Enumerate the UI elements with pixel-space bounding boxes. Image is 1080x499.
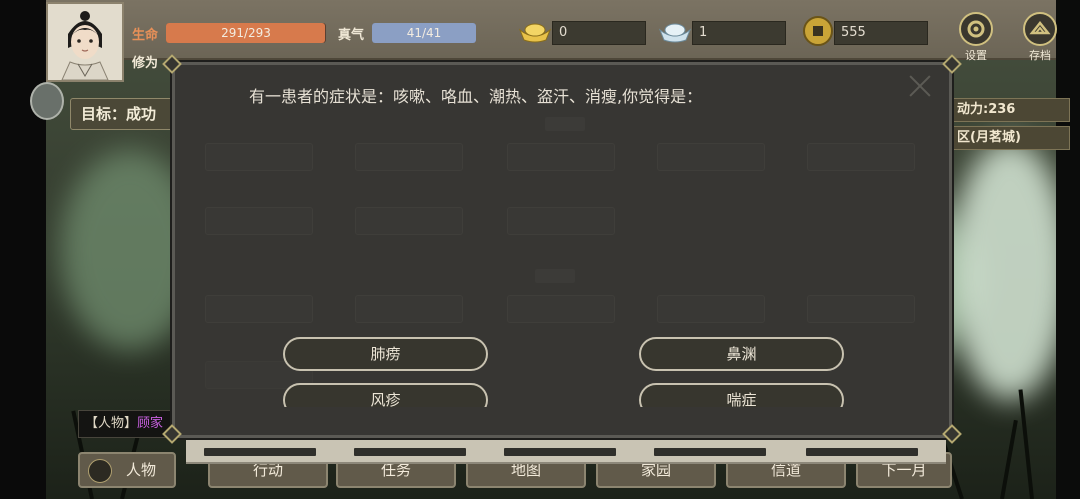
silver-ingot-icon <box>658 20 692 48</box>
close-icon[interactable] <box>906 72 934 100</box>
ghost-tile <box>205 295 313 323</box>
game-scene: 生命 291/293 真气 41/41 修为 0 1 555 设置 存档 目标：… <box>0 0 1080 499</box>
strip-bar <box>654 448 766 456</box>
grass-blade <box>1000 419 1018 499</box>
ghost-tile <box>507 207 615 235</box>
settings-label: 设置 <box>965 49 987 62</box>
background-fog <box>950 140 1070 400</box>
hp-value: 291/293 <box>221 26 271 40</box>
hp-label: 生命 <box>132 28 159 43</box>
chat-name: 顾家 <box>137 416 164 431</box>
copper-coin-icon <box>802 15 834 51</box>
ghost-section-header <box>535 269 575 283</box>
ghost-tile <box>205 207 313 235</box>
gear-icon <box>959 12 993 46</box>
ghost-tile <box>507 295 615 323</box>
ghost-tile <box>657 143 765 171</box>
qi-bar: 41/41 <box>372 23 476 43</box>
strip-bar <box>204 448 316 456</box>
chat-prefix: 【人物】 <box>85 416 138 431</box>
person-icon <box>88 459 112 483</box>
ghost-tile <box>807 295 915 323</box>
quiz-dialog: 有一患者的症状是：咳嗽、咯血、潮热、盗汗、消瘦,你觉得是： 肺痨 鼻渊 风疹 喘… <box>172 62 952 438</box>
qi-label: 真气 <box>338 28 365 43</box>
strip-bar <box>354 448 466 456</box>
strip-bar <box>806 448 918 456</box>
answer-option-3[interactable]: 风疹 <box>283 383 488 407</box>
ghost-tile <box>205 143 313 171</box>
gold-ingot-icon <box>518 20 552 48</box>
quiz-question: 有一患者的症状是：咳嗽、咯血、潮热、盗汗、消瘦,你觉得是： <box>249 87 703 106</box>
copper-coin-count: 555 <box>834 21 928 45</box>
grass-blade <box>1018 389 1034 499</box>
ghost-tile <box>807 143 915 171</box>
ghost-tile <box>657 295 765 323</box>
save-icon <box>1023 12 1057 46</box>
goal-banner[interactable]: 目标：成功 <box>70 98 178 130</box>
gold-ingot-count: 0 <box>552 21 646 45</box>
save-button[interactable]: 存档 <box>1018 12 1062 63</box>
ghost-tile <box>507 143 615 171</box>
ghost-tile <box>355 143 463 171</box>
answer-option-4[interactable]: 喘症 <box>639 383 844 407</box>
left-letterbox <box>0 0 46 499</box>
nav-character-button[interactable]: 人物 <box>78 452 176 488</box>
hp-bar: 291/293 <box>166 23 326 43</box>
energy-display: 动力:236 <box>952 98 1070 122</box>
silver-ingot-count: 1 <box>692 21 786 45</box>
qi-value: 41/41 <box>406 26 442 40</box>
location-display[interactable]: 区(月茗城) <box>952 126 1070 150</box>
save-label: 存档 <box>1029 49 1051 62</box>
settings-button[interactable]: 设置 <box>954 12 998 63</box>
cultivation-label: 修为 <box>132 56 159 71</box>
strip-bar <box>504 448 616 456</box>
right-letterbox <box>1056 0 1080 499</box>
chat-bubble-icon[interactable] <box>30 82 64 120</box>
player-avatar[interactable] <box>46 2 124 82</box>
ghost-tile <box>355 207 463 235</box>
answer-option-2[interactable]: 鼻渊 <box>639 337 844 371</box>
answer-option-1[interactable]: 肺痨 <box>283 337 488 371</box>
ghost-section-header <box>545 117 585 131</box>
quiz-dialog-body: 有一患者的症状是：咳嗽、咯血、潮热、盗汗、消瘦,你觉得是： 肺痨 鼻渊 风疹 喘… <box>175 65 949 407</box>
nav-character-label: 人物 <box>125 461 156 479</box>
ghost-tile <box>355 295 463 323</box>
